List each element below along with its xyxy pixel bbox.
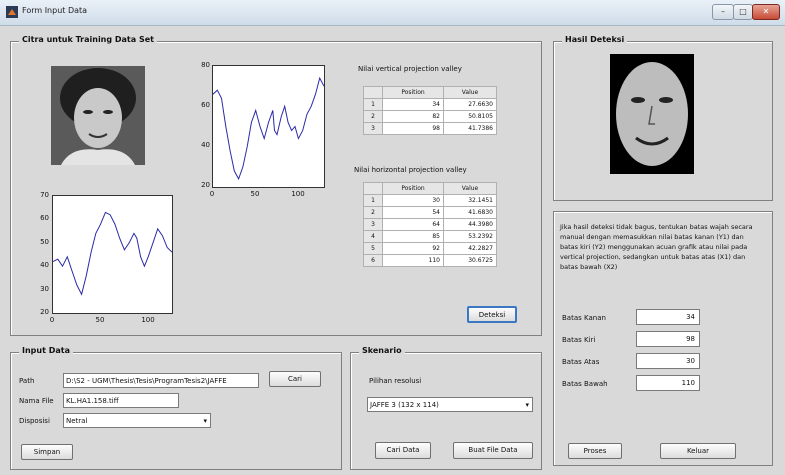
vproj-ytick: 20 [201, 181, 210, 189]
table-row[interactable]: 5 92 42.2827 [363, 242, 497, 255]
left-bound-input[interactable]: 98 [636, 331, 700, 347]
path-label: Path [19, 377, 35, 385]
hproj-xtick: 100 [141, 316, 155, 324]
detect-button[interactable]: Deteksi [467, 306, 517, 323]
filename-input[interactable]: KL.HA1.158.tiff [63, 393, 179, 408]
chevron-down-icon: ▾ [203, 417, 207, 425]
vproj-xtick: 50 [250, 190, 260, 198]
top-bound-label: Batas Atas [562, 358, 600, 366]
horizontal-projection-plot [52, 195, 173, 314]
vproj-xtick: 0 [209, 190, 215, 198]
table-row[interactable]: 2 54 41.6830 [363, 206, 497, 219]
input-data-panel: Input Data Path D:\S2 - UGM\Thesis\Tesis… [10, 346, 342, 470]
vproj-xtick: 100 [291, 190, 305, 198]
training-panel: Citra untuk Training Data Set 80 60 40 2… [10, 35, 542, 336]
vertical-projection-plot [212, 65, 325, 188]
table-row[interactable]: 6 110 30.6725 [363, 254, 497, 267]
detected-face-image [610, 54, 694, 174]
input-panel-title: Input Data [19, 346, 73, 355]
scenario-panel-title: Skenario [359, 346, 405, 355]
minimize-button[interactable]: – [712, 4, 734, 20]
scenario-panel: Skenario Pilihan resolusi JAFFE 3 (132 x… [350, 346, 542, 470]
instruction-text: Jika hasil deteksi tidak bagus, tentukan… [560, 223, 753, 271]
window-title: Form Input Data [22, 6, 88, 15]
hproj-xtick: 50 [95, 316, 105, 324]
bottom-bound-label: Batas Bawah [562, 380, 608, 388]
close-button[interactable]: ✕ [752, 4, 780, 20]
right-bound-input[interactable]: 34 [636, 309, 700, 325]
top-bound-input[interactable]: 30 [636, 353, 700, 369]
hproj-ytick: 20 [40, 308, 49, 316]
search-data-button[interactable]: Cari Data [375, 442, 431, 459]
series-line [52, 211, 173, 296]
table-row[interactable]: 1 34 27.6630 [363, 98, 497, 111]
right-bound-label: Batas Kanan [562, 314, 606, 322]
maximize-button[interactable]: □ [733, 4, 753, 20]
hproj-ytick: 70 [40, 191, 49, 199]
vertical-projection-svg [212, 76, 325, 181]
filename-label: Nama File [19, 397, 54, 405]
vproj-ytick: 60 [201, 101, 210, 109]
left-bound-label: Batas Kiri [562, 336, 596, 344]
hproj-xtick: 0 [49, 316, 55, 324]
horizontal-projection-svg [52, 211, 173, 296]
disposition-label: Disposisi [19, 417, 50, 425]
matlab-app-icon [6, 6, 18, 18]
resolution-select[interactable]: JAFFE 3 (132 x 114) ▾ [367, 397, 533, 412]
disposition-select[interactable]: Netral ▾ [63, 413, 211, 428]
bottom-bound-input[interactable]: 110 [636, 375, 700, 391]
column-header: Position [382, 182, 444, 195]
table-row[interactable]: 3 64 44.3980 [363, 218, 497, 231]
table-row[interactable]: 1 30 32.1451 [363, 194, 497, 207]
horizontal-table-caption: Nilai horizontal projection valley [354, 166, 467, 174]
hproj-ytick: 40 [40, 261, 49, 269]
chevron-down-icon: ▾ [525, 401, 529, 409]
manual-boundary-panel: Jika hasil deteksi tidak bagus, tentukan… [553, 211, 773, 466]
process-button[interactable]: Proses [568, 443, 622, 459]
table-row[interactable]: 2 82 50.8105 [363, 110, 497, 123]
hproj-ytick: 50 [40, 238, 49, 246]
training-face-image [51, 66, 145, 165]
column-header: Value [443, 86, 497, 99]
series-line [212, 76, 325, 181]
hproj-ytick: 60 [40, 214, 49, 222]
table-row[interactable]: 4 85 53.2392 [363, 230, 497, 243]
browse-button[interactable]: Cari [269, 371, 321, 387]
vproj-ytick: 80 [201, 61, 210, 69]
column-header: Position [382, 86, 444, 99]
path-input[interactable]: D:\S2 - UGM\Thesis\Tesis\ProgramTesis2\J… [63, 373, 259, 388]
hproj-ytick: 30 [40, 285, 49, 293]
disposition-value: Netral [66, 417, 88, 425]
vproj-ytick: 40 [201, 141, 210, 149]
vertical-projection-table: Position Value 1 34 27.6630 2 82 50.8105 3 98 4… [363, 86, 497, 135]
table-row[interactable]: 3 98 41.7386 [363, 122, 497, 135]
exit-button[interactable]: Keluar [660, 443, 736, 459]
training-panel-title: Citra untuk Training Data Set [19, 35, 157, 44]
resolution-value: JAFFE 3 (132 x 114) [370, 401, 439, 409]
save-button[interactable]: Simpan [21, 444, 73, 460]
result-panel: Hasil Deteksi [553, 35, 773, 201]
create-data-file-button[interactable]: Buat File Data [453, 442, 533, 459]
resolution-label: Pilihan resolusi [369, 377, 422, 385]
vertical-table-caption: Nilai vertical projection valley [358, 65, 462, 73]
title-bar: Form Input Data – □ ✕ [0, 0, 785, 26]
result-panel-title: Hasil Deteksi [562, 35, 628, 44]
horizontal-projection-table: Position Value 1 30 32.1451 2 54 41.6830 3 64 4… [363, 182, 497, 267]
column-header: Value [443, 182, 497, 195]
